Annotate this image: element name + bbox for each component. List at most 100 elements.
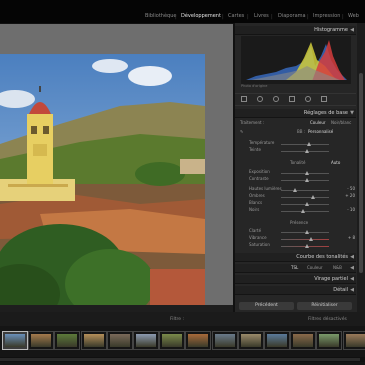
tone-auto-button[interactable]: Auto [331,160,340,165]
treatment-bw[interactable]: Noir/blanc [331,120,351,125]
hsl-header[interactable]: TSL Couleur N&B ◀ [235,264,356,273]
previous-button[interactable]: Précédent [239,302,294,310]
filmstrip: Filtre : Filtres désactivés [0,312,365,365]
tone-curve-title: Courbe des tonalités [296,254,348,260]
expand-icon[interactable]: ◀ [350,265,354,271]
filmstrip-thumbnail[interactable] [106,331,133,350]
detail-title: Détail [333,287,348,293]
temperature-label: Température [249,140,275,145]
filmstrip-thumbnail[interactable] [237,331,264,350]
presence-label: Présence [290,220,309,225]
hsl-tab[interactable]: TSL [291,265,298,270]
filmstrip-thumbnail[interactable] [159,331,186,350]
filmstrip-thumbnail[interactable] [316,331,343,350]
histogram-info: Photo d'origine [241,84,351,91]
module-web[interactable]: Web [348,13,359,19]
filmstrip-thumbnail[interactable] [2,331,28,350]
temperature-slider[interactable] [281,142,329,146]
tint-slider[interactable] [281,149,329,153]
filmstrip-scroll-thumb[interactable] [0,358,360,361]
image-canvas[interactable] [0,24,233,318]
wb-label: BB : [297,129,306,134]
whites-label: Blancs [249,200,263,205]
tone-label: Tonalité [290,160,306,165]
filmstrip-thumbnail[interactable] [133,331,159,350]
basic-title: Réglages de base [303,110,348,116]
expand-icon[interactable]: ◀ [350,287,354,293]
contrast-slider[interactable] [281,178,329,182]
filter-select[interactable]: Filtres désactivés [308,317,347,322]
module-print[interactable]: Impression [313,13,340,19]
hsl-color-tab[interactable]: Couleur [307,265,323,270]
scrollbar-thumb[interactable] [359,73,363,273]
collapse-icon[interactable]: ◀ [350,27,354,33]
thumbnail-image [240,334,261,347]
contrast-label: Contraste [249,176,269,181]
filmstrip-thumbnail[interactable] [80,331,107,350]
blacks-slider[interactable] [281,209,329,213]
module-separator: | [342,14,344,20]
histogram-header[interactable]: Histogramme ◀ [235,26,356,35]
spot-removal-icon[interactable] [257,96,263,102]
thumbnail-image [319,334,340,347]
module-library[interactable]: Bibliothèque [145,13,176,19]
panel-scrollbar[interactable] [357,23,365,326]
original-photo-label: Photo d'origine [241,84,268,88]
split-tone-header[interactable]: Virage partiel ◀ [235,275,356,284]
histogram-title: Histogramme [314,27,348,33]
clarity-slider[interactable] [281,230,329,234]
treatment-color[interactable]: Couleur [310,120,326,125]
tone-curve-header[interactable]: Courbe des tonalités ◀ [235,253,356,262]
shadows-slider[interactable] [281,195,329,199]
collapse-icon[interactable]: ▼ [350,110,354,116]
filmstrip-thumbnail[interactable] [290,331,317,350]
expand-icon[interactable]: ◀ [350,254,354,260]
module-picker: Bibliothèque | Développement | Cartes | … [0,13,365,23]
saturation-slider[interactable] [281,244,329,248]
module-books[interactable]: Livres [254,13,269,19]
thumbnail-image [5,334,25,347]
whites-slider[interactable] [281,202,329,206]
filmstrip-thumbnail[interactable] [28,331,55,350]
vibrance-slider[interactable] [281,237,329,241]
shadows-value[interactable]: + 20 [345,193,355,198]
module-separator: | [175,14,177,20]
filmstrip-thumbnail[interactable] [264,331,290,350]
basic-header[interactable]: Réglages de base ▼ [235,109,356,118]
filmstrip-thumbnail[interactable] [211,331,238,350]
thumbnail-image [293,334,314,347]
radial-filter-icon[interactable] [305,96,311,102]
exposure-slider[interactable] [281,171,329,175]
module-develop[interactable]: Développement [181,13,221,19]
expand-icon[interactable]: ◀ [350,276,354,282]
hsl-bw-tab[interactable]: N&B [333,265,342,270]
top-bar: Bibliothèque | Développement | Cartes | … [0,0,365,23]
graduated-filter-icon[interactable] [289,96,295,102]
module-separator: | [222,14,224,20]
thumbnail-image [57,334,78,347]
vibrance-value[interactable]: + 8 [348,235,355,240]
filmstrip-thumbnail[interactable] [54,331,81,350]
adjustment-brush-icon[interactable] [321,96,327,102]
highlights-slider[interactable] [281,188,329,192]
histogram [241,36,351,84]
blacks-value[interactable]: - 10 [347,207,355,212]
photo-preview[interactable] [0,54,205,318]
module-maps[interactable]: Cartes [228,13,244,19]
module-separator: | [271,14,273,20]
module-separator: | [307,14,309,20]
tool-strip [235,93,356,106]
wb-select[interactable]: Personnalisé [308,129,333,134]
detail-header[interactable]: Détail ◀ [235,286,356,295]
highlights-value[interactable]: - 50 [347,186,355,191]
thumbnail-image [267,334,287,347]
module-slideshow[interactable]: Diaporama [278,13,306,19]
red-eye-icon[interactable] [273,96,279,102]
crop-icon[interactable] [241,96,247,102]
filmstrip-thumbnail[interactable] [185,331,212,350]
filmstrip-scrollbar[interactable] [0,357,365,362]
treatment-label: Traitement : [240,120,265,125]
reset-button[interactable]: Réinitialiser [297,302,352,310]
wb-eyedropper-icon[interactable]: ✎ [240,129,243,134]
filmstrip-thumbnail[interactable] [342,331,365,350]
